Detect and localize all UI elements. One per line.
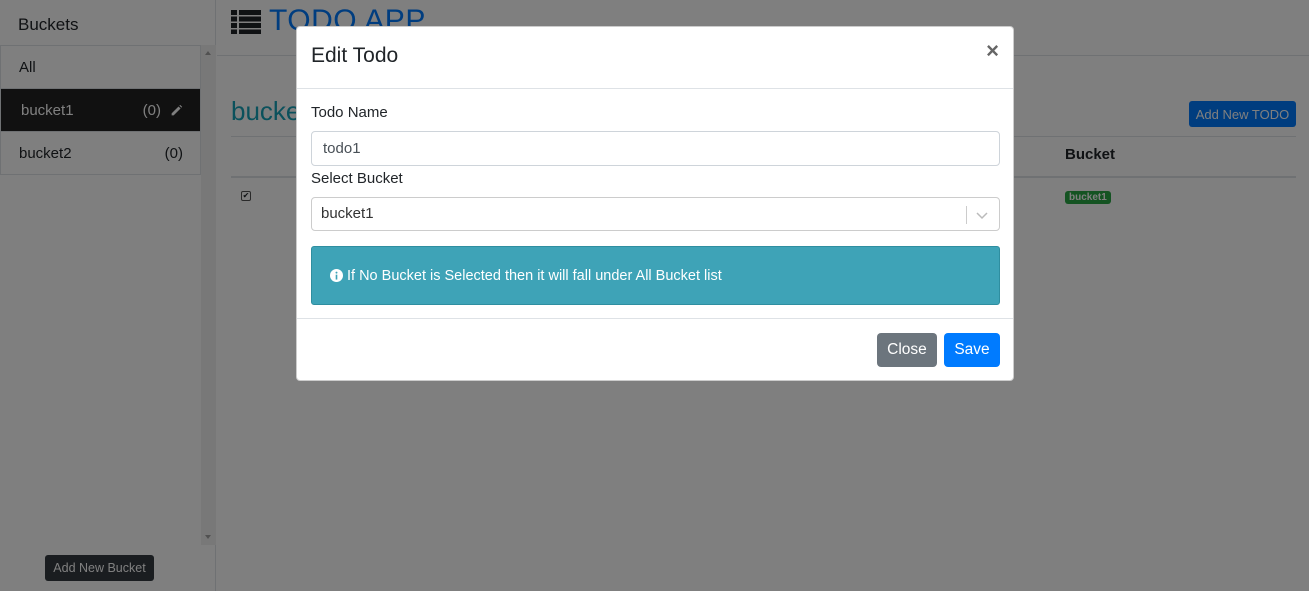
info-text: If No Bucket is Selected then it will fa… [347,267,722,284]
bucket-select[interactable]: bucket1 [311,197,1000,231]
info-icon [330,269,343,282]
close-button[interactable]: Close [877,333,937,367]
modal-title: Edit Todo [311,44,399,67]
modal-footer: Close Save [297,319,1013,381]
todo-name-label: Todo Name [311,104,388,121]
save-button[interactable]: Save [944,333,1000,367]
modal-body: Todo Name Select Bucket bucket1 If No Bu… [297,89,1013,319]
select-separator [966,206,967,224]
chevron-down-icon[interactable] [974,207,990,223]
todo-name-input[interactable] [311,131,1000,166]
edit-todo-modal: Edit Todo × Todo Name Select Bucket buck… [296,26,1014,381]
select-bucket-label: Select Bucket [311,170,403,187]
bucket-select-value: bucket1 [321,205,374,222]
info-alert: If No Bucket is Selected then it will fa… [311,246,1000,305]
modal-header: Edit Todo × [297,27,1013,89]
close-icon[interactable]: × [986,40,999,62]
